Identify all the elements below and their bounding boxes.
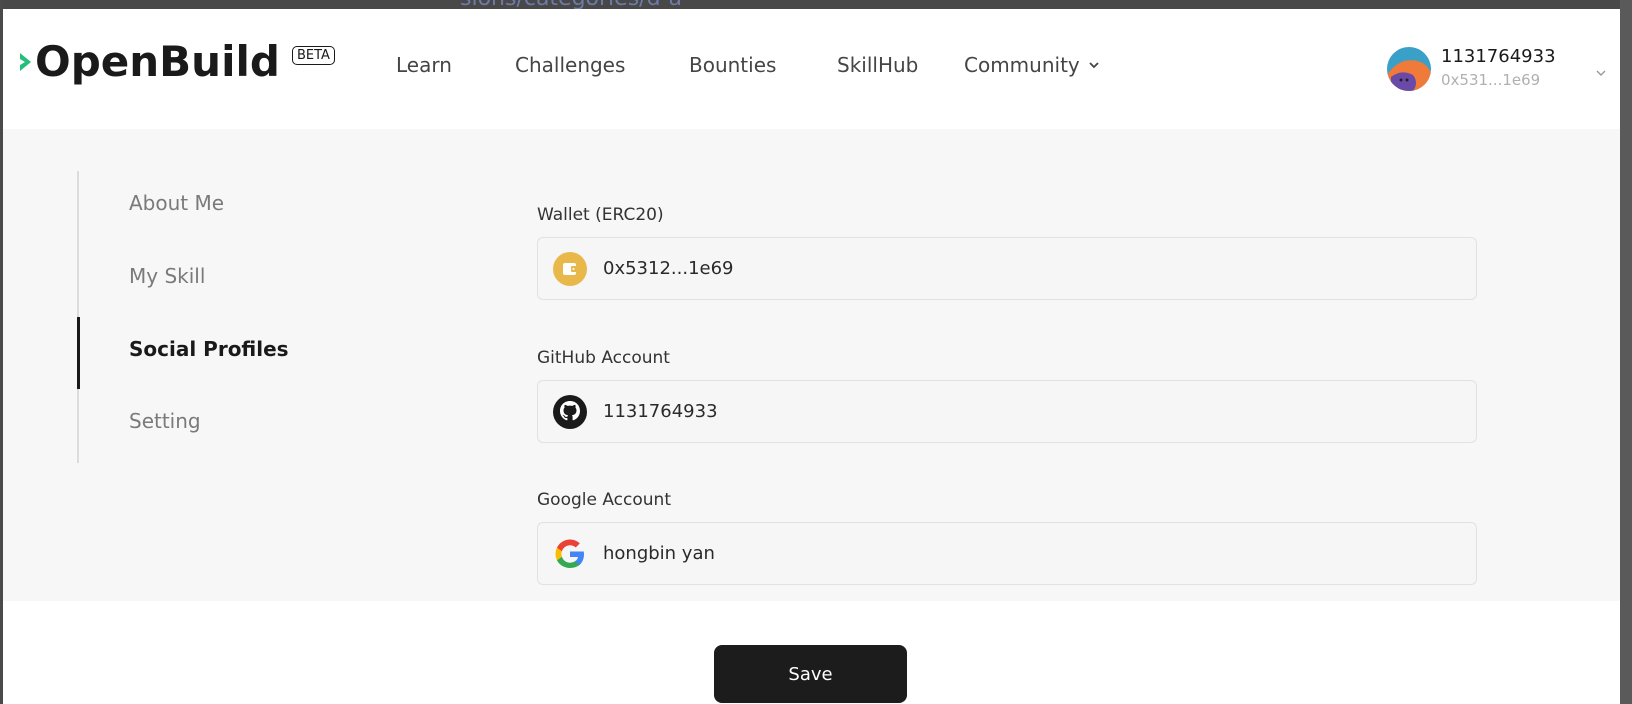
nav-skillhub[interactable]: SkillHub bbox=[837, 53, 918, 77]
overlay-top-strip: sions/categories/d-a bbox=[0, 0, 1632, 11]
nav-challenges[interactable]: Challenges bbox=[515, 53, 625, 77]
profile-edit-modal: OpenBuild BETA Learn Challenges Bounties… bbox=[3, 9, 1620, 704]
github-value: 1131764933 bbox=[603, 401, 718, 422]
sidebar-item-setting[interactable]: Setting bbox=[129, 409, 201, 433]
chevron-down-icon[interactable] bbox=[1595, 67, 1607, 79]
wallet-value: 0x5312...1e69 bbox=[603, 258, 734, 279]
user-name: 1131764933 bbox=[1441, 46, 1556, 67]
github-icon bbox=[553, 394, 587, 429]
logo-arrow-icon bbox=[20, 53, 31, 71]
openbuild-logo[interactable]: OpenBuild BETA bbox=[19, 41, 335, 97]
overlay-scrollbar[interactable] bbox=[1620, 0, 1632, 704]
nav-community-label: Community bbox=[964, 53, 1080, 77]
sidebar-item-my-skill[interactable]: My Skill bbox=[129, 264, 205, 288]
save-button[interactable]: Save bbox=[714, 645, 907, 703]
github-label: GitHub Account bbox=[537, 348, 670, 368]
google-label: Google Account bbox=[537, 490, 671, 510]
sidebar-item-about-me[interactable]: About Me bbox=[129, 191, 224, 215]
nav-learn[interactable]: Learn bbox=[396, 53, 452, 77]
logo-wordmark: OpenBuild bbox=[19, 41, 280, 83]
site-header: OpenBuild BETA Learn Challenges Bounties… bbox=[3, 9, 1620, 129]
user-menu[interactable]: 1131764933 0x531...1e69 bbox=[1387, 46, 1556, 92]
github-field[interactable]: 1131764933 bbox=[537, 380, 1477, 443]
chevron-down-icon bbox=[1089, 62, 1099, 69]
nav-community[interactable]: Community bbox=[964, 53, 1100, 77]
wallet-icon bbox=[553, 251, 587, 286]
active-indicator bbox=[77, 317, 80, 389]
sidebar-item-social-profiles[interactable]: Social Profiles bbox=[129, 337, 289, 361]
nav-bounties[interactable]: Bounties bbox=[689, 53, 776, 77]
google-field[interactable]: hongbin yan bbox=[537, 522, 1477, 585]
logo-text: OpenBuild bbox=[35, 37, 280, 86]
wallet-label: Wallet (ERC20) bbox=[537, 205, 664, 225]
beta-badge: BETA bbox=[291, 46, 335, 65]
google-icon bbox=[555, 539, 584, 568]
settings-sidebar: About Me My Skill Social Profiles Settin… bbox=[77, 171, 377, 463]
avatar bbox=[1387, 47, 1431, 91]
wallet-field[interactable]: 0x5312...1e69 bbox=[537, 237, 1477, 300]
google-value: hongbin yan bbox=[603, 543, 715, 564]
user-address: 0x531...1e69 bbox=[1441, 71, 1541, 89]
